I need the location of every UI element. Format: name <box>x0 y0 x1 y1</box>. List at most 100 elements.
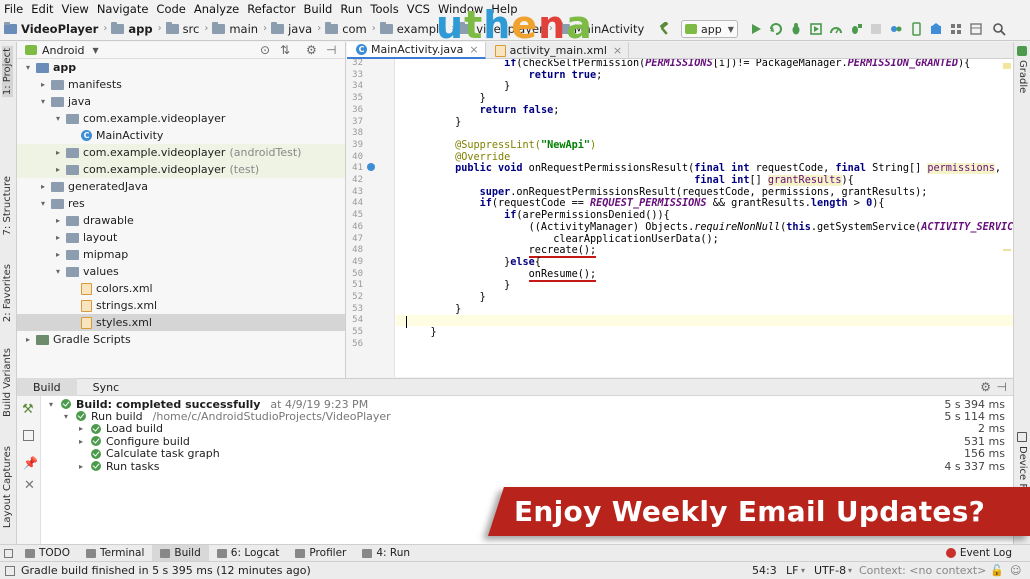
chevron-down-icon[interactable]: ▾ <box>38 97 48 106</box>
tab-gradle[interactable]: Gradle <box>1017 60 1028 93</box>
menu-item-edit[interactable]: Edit <box>27 2 57 16</box>
chevron-right-icon[interactable]: ▸ <box>38 182 48 191</box>
tree-item[interactable]: styles.xml <box>17 314 345 331</box>
menu-item-run[interactable]: Run <box>336 2 366 16</box>
tree-item[interactable]: ▾ values <box>17 263 345 280</box>
profile-icon[interactable] <box>827 20 845 38</box>
menu-item-analyze[interactable]: Analyze <box>190 2 243 16</box>
layout-inspector-icon[interactable] <box>967 20 985 38</box>
tree-item[interactable]: colors.xml <box>17 280 345 297</box>
menu-item-refactor[interactable]: Refactor <box>243 2 299 16</box>
hammer-icon[interactable] <box>655 20 673 38</box>
tool-tab-profiler[interactable]: Profiler <box>287 545 354 562</box>
search-everywhere-icon[interactable] <box>990 20 1008 38</box>
scroll-from-source-icon[interactable]: ⊙ <box>260 43 270 57</box>
close-icon[interactable]: × <box>469 43 478 56</box>
chevron-down-icon[interactable]: ▾ <box>53 267 63 276</box>
tool-window-toggle-icon[interactable] <box>0 545 17 562</box>
tree-item[interactable]: ▾ com.example.videoplayer <box>17 110 345 127</box>
inspector-icon[interactable]: ☺ <box>1010 564 1021 577</box>
scroll-marker[interactable] <box>1003 249 1011 251</box>
coverage-icon[interactable] <box>807 20 825 38</box>
close-icon[interactable]: ✕ <box>24 478 35 493</box>
breadcrumb-item[interactable]: src › <box>162 21 208 36</box>
stop-icon[interactable] <box>867 20 885 38</box>
override-marker-icon[interactable] <box>367 163 375 171</box>
breadcrumb-item[interactable]: main › <box>208 21 267 36</box>
lock-icon[interactable]: 🔓 <box>990 564 1004 577</box>
chevron-down-icon[interactable]: ▾ <box>38 199 48 208</box>
build-row[interactable]: ▾ Run build/home/c/AndroidStudioProjects/… <box>17 410 1013 423</box>
menu-item-build[interactable]: Build <box>299 2 336 16</box>
tree-item[interactable]: ▸ layout <box>17 229 345 246</box>
build-tab-sync[interactable]: Sync <box>77 378 136 396</box>
menu-item-tools[interactable]: Tools <box>366 2 402 16</box>
tree-item[interactable]: ▸ manifests <box>17 76 345 93</box>
chevron-right-icon[interactable]: ▸ <box>53 233 63 242</box>
caret-position[interactable]: 54:3 <box>752 564 777 577</box>
chevron-right-icon[interactable]: ▸ <box>53 165 63 174</box>
tree-item[interactable]: C MainActivity <box>17 127 345 144</box>
chevron-right-icon[interactable]: ▸ <box>79 424 91 433</box>
breadcrumb-item[interactable]: java › <box>267 21 321 36</box>
build-row[interactable]: ▸ Configure build 531 ms <box>17 435 1013 448</box>
sdk-manager-icon[interactable] <box>927 20 945 38</box>
chevron-right-icon[interactable]: ▸ <box>53 148 63 157</box>
chevron-right-icon[interactable]: ▸ <box>53 250 63 259</box>
tab-structure[interactable]: 7: Structure <box>2 176 13 235</box>
chevron-down-icon[interactable]: ▼ <box>93 46 99 55</box>
tree-item[interactable]: ▸ com.example.videoplayer (test) <box>17 161 345 178</box>
menu-item-navigate[interactable]: Navigate <box>93 2 153 16</box>
chevron-right-icon[interactable]: ▸ <box>53 216 63 225</box>
tab-project[interactable]: 1: Project <box>2 46 13 98</box>
close-icon[interactable]: × <box>613 44 622 57</box>
tab-layout-captures[interactable]: Layout Captures <box>2 446 13 528</box>
avd-manager-icon[interactable] <box>907 20 925 38</box>
menu-item-code[interactable]: Code <box>152 2 189 16</box>
tree-item[interactable]: ▸ generatedJava <box>17 178 345 195</box>
tree-item[interactable]: ▸ drawable <box>17 212 345 229</box>
hide-icon[interactable]: ⊣ <box>326 43 336 57</box>
chevron-right-icon[interactable]: ▸ <box>23 335 33 344</box>
editor-tab[interactable]: activity_main.xml × <box>486 42 630 59</box>
tab-favorites[interactable]: 2: Favorites <box>2 264 13 322</box>
tool-tab-build[interactable]: Build <box>152 544 209 562</box>
warning-marker-icon[interactable] <box>1003 63 1011 69</box>
chevron-down-icon[interactable]: ▾ <box>64 412 76 421</box>
chevron-down-icon[interactable]: ▾ <box>53 114 63 123</box>
project-structure-icon[interactable] <box>947 20 965 38</box>
event-log-button[interactable]: Event Log <box>945 547 1012 559</box>
build-tab-build[interactable]: Build <box>17 378 77 396</box>
attach-debugger-icon[interactable] <box>847 20 865 38</box>
collapse-all-icon[interactable]: ⇅ <box>280 43 290 57</box>
tree-item[interactable]: ▸ mipmap <box>17 246 345 263</box>
chevron-down-icon[interactable]: ▾ <box>23 63 33 72</box>
sync-gradle-icon[interactable] <box>887 20 905 38</box>
status-toggle-icon[interactable] <box>5 565 15 576</box>
chevron-right-icon[interactable]: ▸ <box>38 80 48 89</box>
run-configuration-select[interactable]: app ▼ <box>681 20 738 38</box>
tree-item[interactable]: strings.xml <box>17 297 345 314</box>
editor-tab[interactable]: C MainActivity.java × <box>347 42 486 59</box>
code-editor[interactable]: 32 33 34 35 36 37 38 39 40 41 42 43 44 45 46 47 48 49 50 51… <box>347 59 1013 377</box>
tool-tab-6-logcat[interactable]: 6: Logcat <box>209 545 288 562</box>
file-encoding[interactable]: UTF-8 <box>814 564 846 577</box>
tree-item[interactable]: ▸ Gradle Scripts <box>17 331 345 348</box>
tree-item[interactable]: ▾ res <box>17 195 345 212</box>
hide-icon[interactable]: ⊣ <box>997 380 1007 394</box>
tool-tab-4-run[interactable]: 4: Run <box>354 545 418 562</box>
menu-item-view[interactable]: View <box>58 2 93 16</box>
chevron-right-icon[interactable]: ▸ <box>79 462 91 471</box>
build-row[interactable]: ▸ Run tasks 4 s 337 ms <box>17 460 1013 473</box>
apply-changes-icon[interactable] <box>767 20 785 38</box>
run-icon[interactable] <box>747 20 765 38</box>
chevron-right-icon[interactable]: ▸ <box>79 437 91 446</box>
build-row[interactable]: ▸ Load build 2 ms <box>17 422 1013 435</box>
context-indicator[interactable]: Context: <no context> <box>859 564 986 577</box>
promo-banner-text[interactable]: Enjoy Weekly Email Updates? <box>514 491 1024 531</box>
breadcrumb-item[interactable]: app › <box>107 21 162 36</box>
gear-icon[interactable]: ⚙ <box>980 380 991 394</box>
debug-icon[interactable] <box>787 20 805 38</box>
tree-item[interactable]: ▾ app <box>17 59 345 76</box>
build-row[interactable]: Calculate task graph 156 ms <box>17 447 1013 460</box>
